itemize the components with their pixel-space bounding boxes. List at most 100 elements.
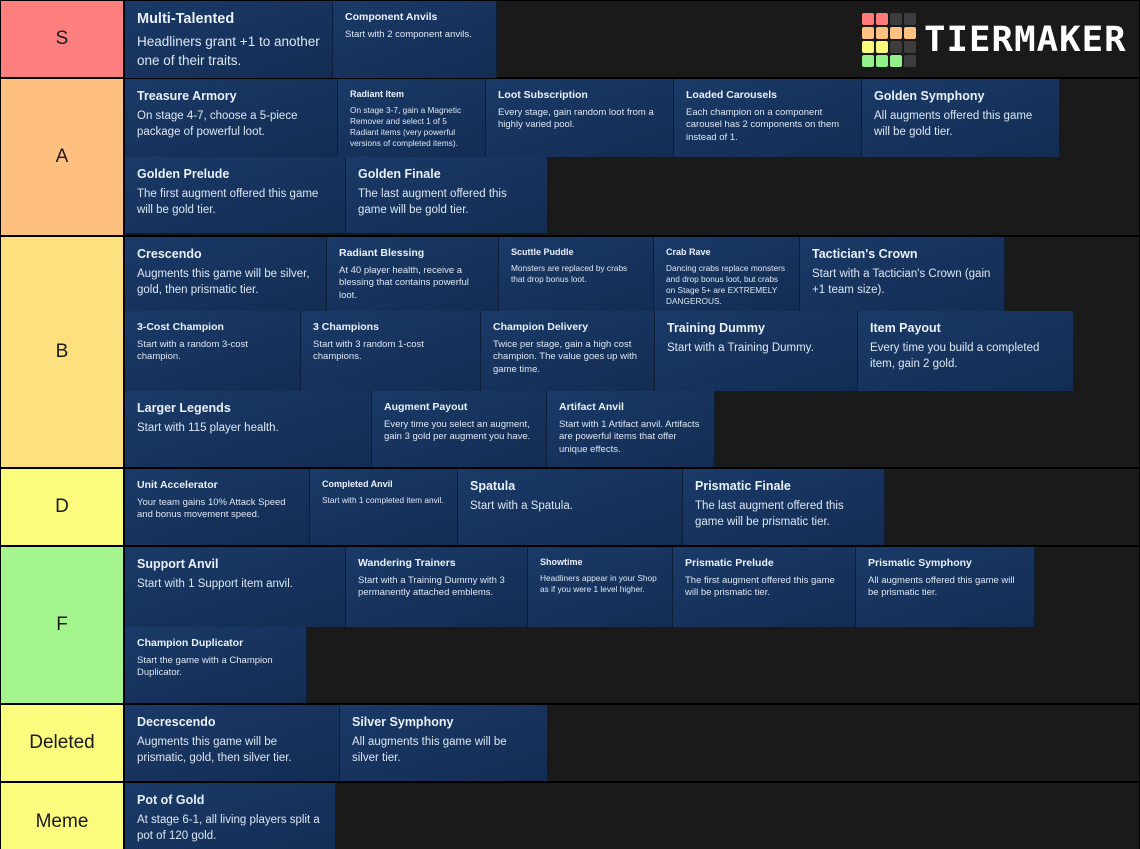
augment-card[interactable]: Training Dummy Start with a Training Dumm… [655,311,858,391]
augment-card[interactable]: Crab Rave Dancing crabs replace monsters … [654,237,800,311]
augment-title: Spatula [470,479,516,493]
tier-label-meme[interactable]: Meme [1,783,125,849]
augment-card[interactable]: Item Payout Every time you build a comple… [858,311,1074,391]
augment-card[interactable]: Unit Accelerator Your team gains 10% Atta… [125,469,310,545]
augment-title: Prismatic Symphony [868,557,972,569]
augment-title: Tactician's Crown [812,247,918,261]
augment-card[interactable]: 3 Champions Start with 3 random 1-cost ch… [301,311,481,391]
augment-description: The first augment offered this game will… [137,188,319,216]
augment-description: Start with 3 random 1-cost champions. [313,338,424,363]
logo-cell-1 [876,13,889,25]
augment-title: Silver Symphony [352,715,454,729]
augment-card[interactable]: Pot of Gold At stage 6-1, all living play… [125,783,336,849]
augment-title: 3-Cost Champion [137,321,224,333]
augment-title: Decrescendo [137,715,216,729]
tier-label-b[interactable]: B [1,237,125,467]
augment-card[interactable]: Tactician's Crown Start with a Tactician'… [800,237,1005,311]
augment-card[interactable]: Loaded Carousels Each champion on a compo… [674,79,862,157]
augment-title: Golden Finale [358,167,441,181]
augment-description: At stage 6-1, all living players split a… [137,814,320,842]
augment-card[interactable]: Showtime Headliners appear in your Shop a… [528,547,673,627]
augment-card[interactable]: Completed Anvil Start with 1 completed it… [310,469,458,545]
tier-drop-area[interactable]: Pot of Gold At stage 6-1, all living play… [125,783,1139,849]
tier-label-s[interactable]: S [1,1,125,77]
augment-card[interactable]: Decrescendo Augments this game will be pr… [125,705,340,781]
augment-description: Start with a Tactician's Crown (gain +1 … [812,268,991,296]
augment-title: Augment Payout [384,401,468,413]
card-row: Support Anvil Start with 1 Support item a… [125,547,1139,627]
augment-description: Start with a Spatula. [470,500,573,512]
augment-description: The first augment offered this game will… [685,574,835,599]
augment-card[interactable]: Golden Finale The last augment offered th… [346,157,548,233]
augment-card[interactable]: Support Anvil Start with 1 Support item a… [125,547,346,627]
augment-card[interactable]: Scuttle Puddle Monsters are replaced by c… [499,237,654,311]
augment-card[interactable]: Multi-Talented Headliners grant +1 to ano… [125,1,333,78]
augment-description: On stage 3-7, gain a Magnetic Remover an… [350,104,462,149]
tier-row: F Support Anvil Start with 1 Support item … [1,547,1139,705]
augment-card[interactable]: Augment Payout Every time you select an a… [372,391,547,467]
tier-label-a[interactable]: A [1,79,125,235]
augment-card[interactable]: Prismatic Finale The last augment offered… [683,469,885,545]
augment-description: On stage 4-7, choose a 5-piece package o… [137,110,298,138]
tier-label-d[interactable]: D [1,469,125,545]
logo-cell-7 [904,27,917,39]
augment-card[interactable]: Silver Symphony All augments this game wi… [340,705,548,781]
logo-cell-14 [890,55,903,67]
augment-title: Loaded Carousels [686,89,778,101]
logo-cell-11 [904,41,917,53]
augment-title: Component Anvils [345,11,438,23]
augment-title: Champion Delivery [493,321,589,333]
augment-card[interactable]: Radiant Item On stage 3-7, gain a Magneti… [338,79,486,157]
augment-description: Dancing crabs replace monsters and drop … [666,262,785,307]
tier-drop-area[interactable]: Treasure Armory On stage 4-7, choose a 5-… [125,79,1139,235]
augment-title: Radiant Item [350,89,405,99]
augment-title: Unit Accelerator [137,479,218,491]
augment-card[interactable]: Larger Legends Start with 115 player heal… [125,391,372,467]
tier-drop-area[interactable]: Unit Accelerator Your team gains 10% Atta… [125,469,1139,545]
augment-card[interactable]: Spatula Start with a Spatula. [458,469,683,545]
augment-card[interactable]: Wandering Trainers Start with a Training … [346,547,528,627]
augment-card[interactable]: Prismatic Prelude The first augment offer… [673,547,856,627]
tier-row: A Treasure Armory On stage 4-7, choose a 5… [1,79,1139,237]
augment-description: The last augment offered this game will … [358,188,507,216]
augment-title: Loot Subscription [498,89,588,101]
augment-title: 3 Champions [313,321,379,333]
augment-description: Monsters are replaced by crabs that drop… [511,262,628,284]
augment-card[interactable]: Golden Symphony All augments offered this… [862,79,1060,157]
augment-title: Crescendo [137,247,202,261]
logo-cell-5 [876,27,889,39]
augment-card[interactable]: Champion Duplicator Start the game with a… [125,627,307,703]
logo-cell-12 [862,55,875,67]
augment-card[interactable]: Treasure Armory On stage 4-7, choose a 5-… [125,79,338,157]
card-row: Decrescendo Augments this game will be pr… [125,705,1139,781]
augment-card[interactable]: Champion Delivery Twice per stage, gain a… [481,311,655,391]
augment-description: Start with a Training Dummy with 3 perma… [358,574,505,599]
logo-cell-15 [904,55,917,67]
augment-card[interactable]: 3-Cost Champion Start with a random 3-cos… [125,311,301,391]
tiermaker-logo: TIERMAKER [862,13,1126,67]
augment-description: Start with 115 player health. [137,422,279,434]
augment-card[interactable]: Prismatic Symphony All augments offered t… [856,547,1035,627]
augment-description: Every stage, gain random loot from a hig… [498,106,654,131]
tier-drop-area[interactable]: Support Anvil Start with 1 Support item a… [125,547,1139,703]
tier-drop-area[interactable]: Decrescendo Augments this game will be pr… [125,705,1139,781]
augment-card[interactable]: Loot Subscription Every stage, gain rando… [486,79,674,157]
tier-label-deleted[interactable]: Deleted [1,705,125,781]
augment-card[interactable]: Radiant Blessing At 40 player health, rec… [327,237,499,311]
augment-description: Start with a Training Dummy. [667,342,814,354]
tier-drop-area[interactable]: Crescendo Augments this game will be silv… [125,237,1139,467]
augment-card[interactable]: Golden Prelude The first augment offered … [125,157,346,233]
augment-card[interactable]: Component Anvils Start with 2 component a… [333,1,497,78]
augment-description: At 40 player health, receive a blessing … [339,264,469,302]
augment-card[interactable]: Artifact Anvil Start with 1 Artifact anvi… [547,391,715,467]
augment-card[interactable]: Crescendo Augments this game will be silv… [125,237,327,311]
augment-description: All augments offered this game will be g… [874,110,1033,138]
logo-cell-6 [890,27,903,39]
augment-title: Completed Anvil [322,479,393,489]
tier-label-f[interactable]: F [1,547,125,703]
augment-description: All augments offered this game will be p… [868,574,1015,599]
augment-description: Augments this game will be prismatic, go… [137,736,292,764]
augment-title: Golden Prelude [137,167,230,181]
logo-cell-0 [862,13,875,25]
card-row: Treasure Armory On stage 4-7, choose a 5-… [125,79,1139,157]
